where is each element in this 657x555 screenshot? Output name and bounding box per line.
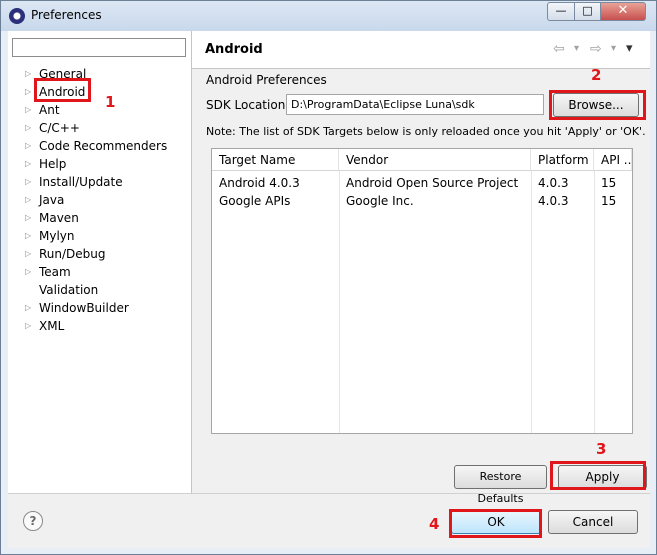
forward-arrow-icon[interactable]: ⇨ <box>590 41 602 57</box>
tree-item-windowbuilder[interactable]: ▷ WindowBuilder <box>8 299 191 317</box>
tree-item-install-update[interactable]: ▷ Install/Update <box>8 173 191 191</box>
back-menu-icon[interactable]: ▾ <box>574 43 579 54</box>
expand-arrow-icon[interactable]: ▷ <box>25 173 31 191</box>
preference-tree: ▷ General ▷ Android ▷ Ant ▷ C/C++ ▷ Code Reco… <box>8 65 191 335</box>
close-button[interactable]: ✕ <box>600 2 646 21</box>
expand-arrow-icon[interactable]: ▷ <box>25 209 31 227</box>
tree-item-team[interactable]: ▷ Team <box>8 263 191 281</box>
column-divider <box>594 171 595 433</box>
cell-target-name: Android 4.0.3 <box>219 176 300 190</box>
tree-item-help[interactable]: ▷ Help <box>8 155 191 173</box>
window-title: Preferences <box>31 8 102 22</box>
expand-arrow-icon[interactable]: ▷ <box>25 317 31 335</box>
expand-arrow-icon[interactable]: ▷ <box>25 65 31 83</box>
column-divider <box>339 171 340 433</box>
cell-vendor: Android Open Source Project <box>346 176 519 190</box>
tree-item-label[interactable]: Code Recommenders <box>39 137 167 155</box>
expand-arrow-icon[interactable]: ▷ <box>25 227 31 245</box>
expand-arrow-icon[interactable]: ▷ <box>25 245 31 263</box>
column-header-vendor[interactable]: Vendor <box>339 149 531 171</box>
tree-item-label[interactable]: Install/Update <box>39 173 123 191</box>
tree-item-maven[interactable]: ▷ Maven <box>8 209 191 227</box>
highlight-box-android <box>34 78 91 102</box>
section-label: Android Preferences <box>206 73 327 87</box>
column-divider <box>531 171 532 433</box>
tree-item-label[interactable]: WindowBuilder <box>39 299 129 317</box>
tree-item-label[interactable]: Ant <box>39 101 60 119</box>
cell-api: 15 <box>601 176 617 190</box>
tree-item-label[interactable]: Maven <box>39 209 79 227</box>
title-bar[interactable]: Preferences — □ ✕ <box>1 1 656 31</box>
tree-item-label[interactable]: Help <box>39 155 66 173</box>
expand-arrow-icon[interactable]: ▷ <box>25 101 31 119</box>
tree-item-run-debug[interactable]: ▷ Run/Debug <box>8 245 191 263</box>
column-header-target-name[interactable]: Target Name <box>212 149 339 171</box>
restore-defaults-button[interactable]: Restore Defaults <box>454 465 547 505</box>
expand-arrow-icon[interactable]: ▷ <box>25 137 31 155</box>
cell-platform: 4.0.3 <box>538 176 569 190</box>
page-title: Android <box>205 42 263 57</box>
cell-api: 15 <box>601 194 617 208</box>
highlight-box-browse <box>549 90 646 120</box>
tree-item-code-recommenders[interactable]: ▷ Code Recommenders <box>8 137 191 155</box>
cell-target-name: Google APIs <box>219 194 291 208</box>
view-menu-icon[interactable]: ▾ <box>626 41 633 56</box>
footer-separator <box>8 493 650 494</box>
tree-item-label[interactable]: C/C++ <box>39 119 80 137</box>
expand-arrow-icon[interactable]: ▷ <box>25 83 31 101</box>
help-icon[interactable]: ? <box>23 511 43 531</box>
expand-arrow-icon[interactable]: ▷ <box>25 299 31 317</box>
forward-menu-icon[interactable]: ▾ <box>611 43 616 54</box>
sdk-targets-table[interactable]: Target Name Vendor Platform API ... Andr… <box>211 148 633 434</box>
tree-item-mylyn[interactable]: ▷ Mylyn <box>8 227 191 245</box>
preferences-window: Preferences — □ ✕ ▷ General ▷ Android ▷ Ant… <box>0 0 657 555</box>
highlight-box-ok <box>449 509 542 538</box>
back-arrow-icon[interactable]: ⇦ <box>553 41 565 57</box>
filter-input[interactable] <box>12 38 186 57</box>
tree-item-java[interactable]: ▷ Java <box>8 191 191 209</box>
page-header: Android ⇦ ▾ ⇨ ▾ ▾ <box>192 31 650 69</box>
cell-platform: 4.0.3 <box>538 194 569 208</box>
sdk-location-input[interactable] <box>286 94 544 115</box>
tree-item-ant[interactable]: ▷ Ant <box>8 101 191 119</box>
column-header-platform[interactable]: Platform <box>531 149 594 171</box>
annotation-number-4: 4 <box>429 515 440 533</box>
annotation-number-1: 1 <box>105 93 116 111</box>
column-header-api[interactable]: API ... <box>594 149 632 171</box>
expand-arrow-icon[interactable]: ▷ <box>25 119 31 137</box>
tree-item-label[interactable]: Run/Debug <box>39 245 106 263</box>
minimize-button[interactable]: — <box>547 2 575 21</box>
expand-arrow-icon[interactable]: ▷ <box>25 155 31 173</box>
expand-arrow-icon[interactable]: ▷ <box>25 191 31 209</box>
annotation-number-2: 2 <box>591 66 602 84</box>
tree-item-label[interactable]: Java <box>39 191 64 209</box>
tree-item-label[interactable]: Mylyn <box>39 227 75 245</box>
tree-item-label[interactable]: Team <box>39 263 71 281</box>
tree-item-c-cpp[interactable]: ▷ C/C++ <box>8 119 191 137</box>
highlight-box-apply <box>550 461 646 490</box>
tree-item-validation[interactable]: Validation <box>8 281 191 299</box>
eclipse-icon <box>9 8 25 24</box>
tree-item-label[interactable]: XML <box>39 317 64 335</box>
cell-vendor: Google Inc. <box>346 194 414 208</box>
tree-item-label[interactable]: Validation <box>39 281 98 299</box>
cancel-button[interactable]: Cancel <box>548 510 638 534</box>
maximize-button[interactable]: □ <box>574 2 601 21</box>
tree-item-xml[interactable]: ▷ XML <box>8 317 191 335</box>
sdk-note: Note: The list of SDK Targets below is o… <box>206 125 646 138</box>
annotation-number-3: 3 <box>596 440 607 458</box>
expand-arrow-icon[interactable]: ▷ <box>25 263 31 281</box>
sdk-location-label: SDK Location: <box>206 98 290 112</box>
